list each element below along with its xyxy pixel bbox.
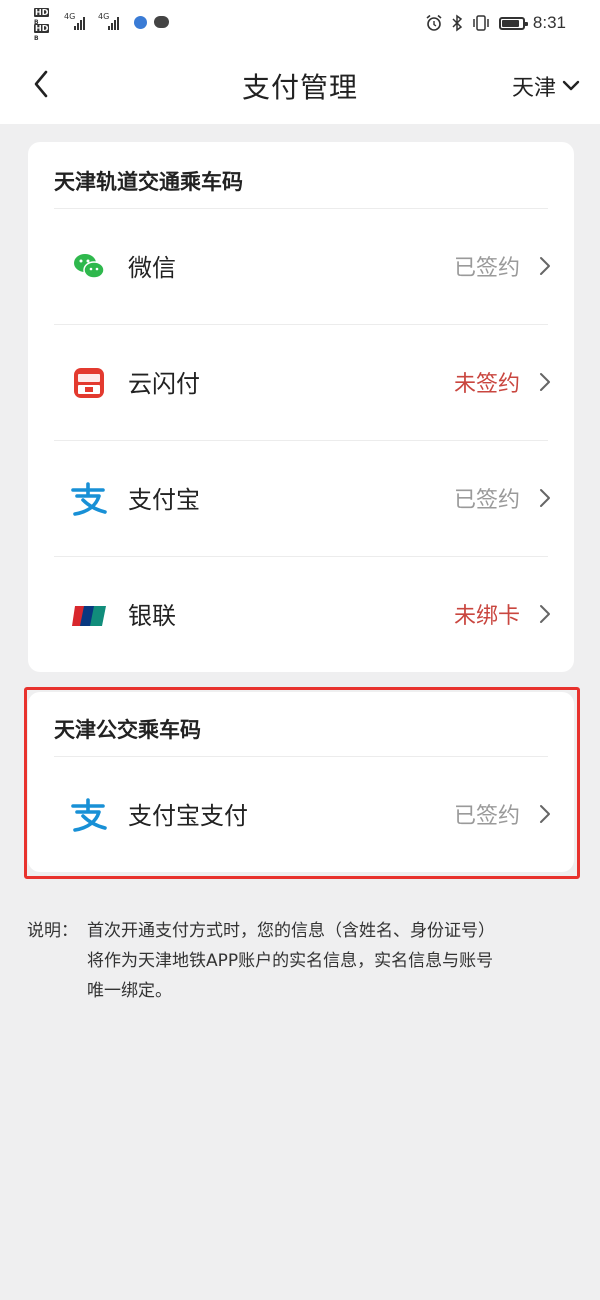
payment-status: 已签约 (453, 804, 520, 829)
battery-icon (498, 16, 528, 30)
note-line: 首次开通支付方式时，您的信息（含姓名、身份证号） (87, 921, 495, 941)
chevron-right-icon (540, 373, 550, 391)
payment-row-alipay-bus[interactable]: 支付宝支付 已签约 (28, 756, 574, 872)
payment-method-label: 微信 (128, 254, 176, 282)
city-label: 天津 (511, 76, 556, 101)
signal-icon (74, 16, 85, 30)
chevron-right-icon (540, 605, 550, 623)
payment-status: 已签约 (453, 256, 520, 281)
signal-icon (108, 16, 119, 30)
bluetooth-icon (452, 14, 463, 32)
section-title: 天津轨道交通乘车码 (54, 170, 243, 194)
payment-row-yunshanfu[interactable]: 云闪付 未签约 (28, 324, 574, 440)
message-icon (154, 16, 169, 28)
alipay-icon (71, 482, 107, 516)
note-prefix: 说明： (27, 921, 78, 941)
alipay-icon (71, 798, 107, 832)
note-line: 将作为天津地铁APP账户的实名信息，实名信息与账号 (87, 951, 494, 971)
city-selector[interactable]: 天津 (512, 70, 580, 102)
payment-method-label: 支付宝支付 (128, 802, 248, 830)
payment-method-label: 支付宝 (128, 486, 200, 514)
page-title: 支付管理 (241, 71, 358, 104)
status-time: 8:31 (532, 13, 566, 32)
payment-row-alipay[interactable]: 支付宝 已签约 (28, 440, 574, 556)
payment-method-label: 云闪付 (128, 370, 200, 398)
hd-badge: HDB (34, 24, 50, 42)
chevron-right-icon (540, 805, 550, 823)
chevron-right-icon (540, 489, 550, 507)
note-body: 首次开通支付方式时，您的信息（含姓名、身份证号） 将作为天津地铁APP账户的实名… (87, 916, 577, 1006)
payment-row-wechat[interactable]: 微信 已签约 (28, 208, 574, 324)
alarm-icon (426, 14, 442, 31)
status-bar: HDB HDB 4G 4G 8:31 (0, 0, 600, 46)
section-title: 天津公交乘车码 (54, 718, 201, 742)
payment-method-label: 银联 (128, 602, 176, 630)
unionpay-quickpass-icon (74, 368, 104, 398)
chevron-right-icon (540, 257, 550, 275)
note-line: 唯一绑定。 (87, 981, 172, 1001)
browser-icon (134, 16, 147, 29)
status-bar-right: 8:31 (425, 12, 566, 34)
bus-payment-card: 天津公交乘车码 支付宝支付 已签约 (28, 692, 574, 872)
vibrate-icon (473, 15, 489, 31)
payment-row-unionpay[interactable]: 银联 未绑卡 (28, 556, 574, 672)
payment-status: 已签约 (453, 488, 520, 513)
wechat-icon (74, 254, 105, 279)
metro-payment-card: 天津轨道交通乘车码 微信 已签约 云闪付 未签约 支付宝 已签约 银联 未绑卡 (28, 142, 574, 672)
chevron-down-icon (562, 80, 580, 91)
navigation-bar: 支付管理 天津 (0, 46, 600, 124)
payment-status: 未签约 (453, 372, 520, 397)
payment-status: 未绑卡 (453, 604, 520, 629)
unionpay-icon (72, 606, 106, 626)
